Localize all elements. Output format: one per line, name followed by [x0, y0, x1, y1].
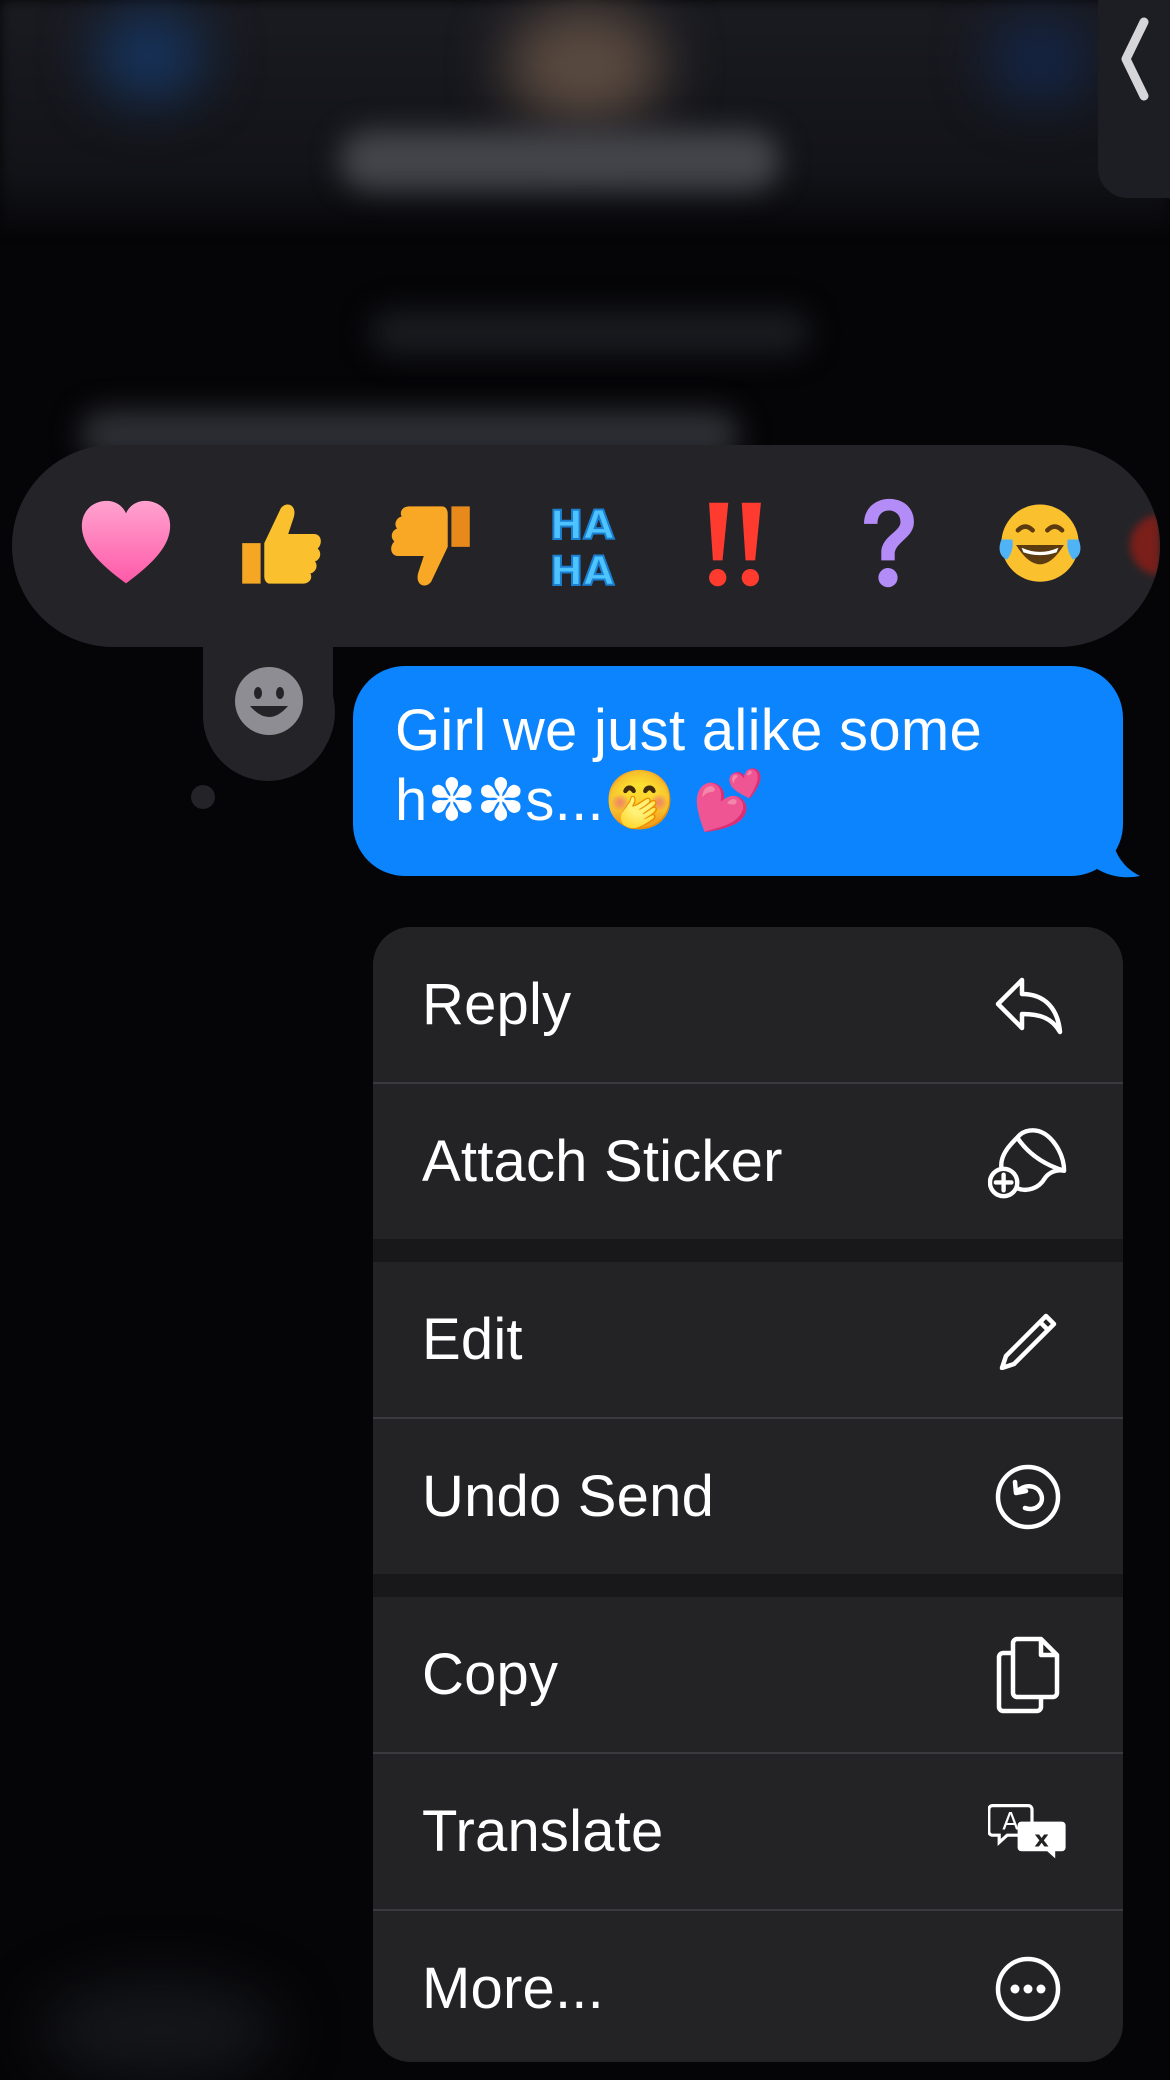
smiley-face-icon[interactable] — [234, 666, 304, 736]
message-context-menu: Reply Attach Sticker Edit Undo Send Copy… — [373, 927, 1123, 2062]
reaction-partial-next[interactable] — [1130, 515, 1160, 575]
menu-item-label: Undo Send — [422, 1464, 715, 1529]
menu-item-label: Edit — [422, 1307, 523, 1372]
menu-item-label: Attach Sticker — [422, 1129, 783, 1194]
reaction-thumbs-up[interactable] — [219, 485, 339, 605]
menu-item-label: More... — [422, 1956, 604, 2021]
menu-item-edit[interactable]: Edit — [373, 1262, 1123, 1417]
reaction-heart[interactable] — [66, 485, 186, 605]
reaction-haha[interactable]: HA HA — [522, 485, 642, 605]
blurred-avatar — [505, 5, 665, 125]
svg-text:x: x — [1034, 1826, 1049, 1852]
question-mark-icon — [864, 498, 914, 588]
undo-icon — [988, 1457, 1068, 1537]
menu-item-more[interactable]: More... — [373, 1911, 1123, 2062]
blurred-bottom-glow — [40, 1980, 280, 2080]
menu-item-label: Translate — [422, 1799, 664, 1864]
menu-item-translate[interactable]: Translate A x — [373, 1754, 1123, 1909]
laughing-face-icon — [999, 504, 1081, 582]
reply-icon — [988, 965, 1068, 1045]
reaction-emphasize[interactable] — [675, 485, 795, 605]
reaction-thumbs-down[interactable] — [373, 485, 493, 605]
menu-item-label: Copy — [422, 1642, 559, 1707]
thumbs-down-icon — [391, 506, 470, 586]
menu-item-attach-sticker[interactable]: Attach Sticker — [373, 1084, 1123, 1239]
chevron-left-icon — [1121, 17, 1149, 101]
sticker-bubble-dot — [191, 785, 215, 809]
thumbs-up-icon — [242, 504, 321, 584]
blurred-contact-name — [340, 130, 780, 190]
reaction-question[interactable] — [828, 485, 948, 605]
double-exclamation-icon — [709, 502, 761, 587]
svg-text:HA: HA — [550, 549, 614, 595]
message-text-line-1: Girl we just alike some — [395, 698, 983, 763]
menu-item-undo-send[interactable]: Undo Send — [373, 1419, 1123, 1574]
sent-message-bubble[interactable]: Girl we just alike some h✽✽s...🤭 💕 — [353, 666, 1123, 876]
translate-icon: A x — [988, 1792, 1068, 1872]
sticker-icon — [988, 1122, 1068, 1202]
more-icon — [988, 1949, 1068, 2029]
partial-reaction-icon — [1130, 515, 1160, 575]
copy-icon — [988, 1635, 1068, 1715]
heart-icon — [81, 500, 171, 584]
message-text-line-2: h✽✽s...🤭 💕 — [395, 768, 766, 833]
blurred-timestamp — [370, 310, 810, 355]
message-bubble-tail — [1090, 818, 1140, 878]
blurred-back-button — [95, 10, 205, 100]
menu-item-copy[interactable]: Copy — [373, 1597, 1123, 1752]
pencil-icon — [988, 1300, 1068, 1380]
menu-item-label: Reply — [422, 972, 572, 1037]
svg-text:A: A — [1002, 1807, 1019, 1835]
reaction-laughing[interactable] — [980, 485, 1100, 605]
svg-text:HA: HA — [550, 503, 614, 549]
menu-item-reply[interactable]: Reply — [373, 927, 1123, 1082]
tapback-reaction-bar: HA HA — [12, 445, 1160, 647]
haha-icon: HA HA — [549, 502, 615, 595]
blurred-call-button — [990, 20, 1090, 100]
side-panel-tab[interactable] — [1098, 0, 1170, 198]
